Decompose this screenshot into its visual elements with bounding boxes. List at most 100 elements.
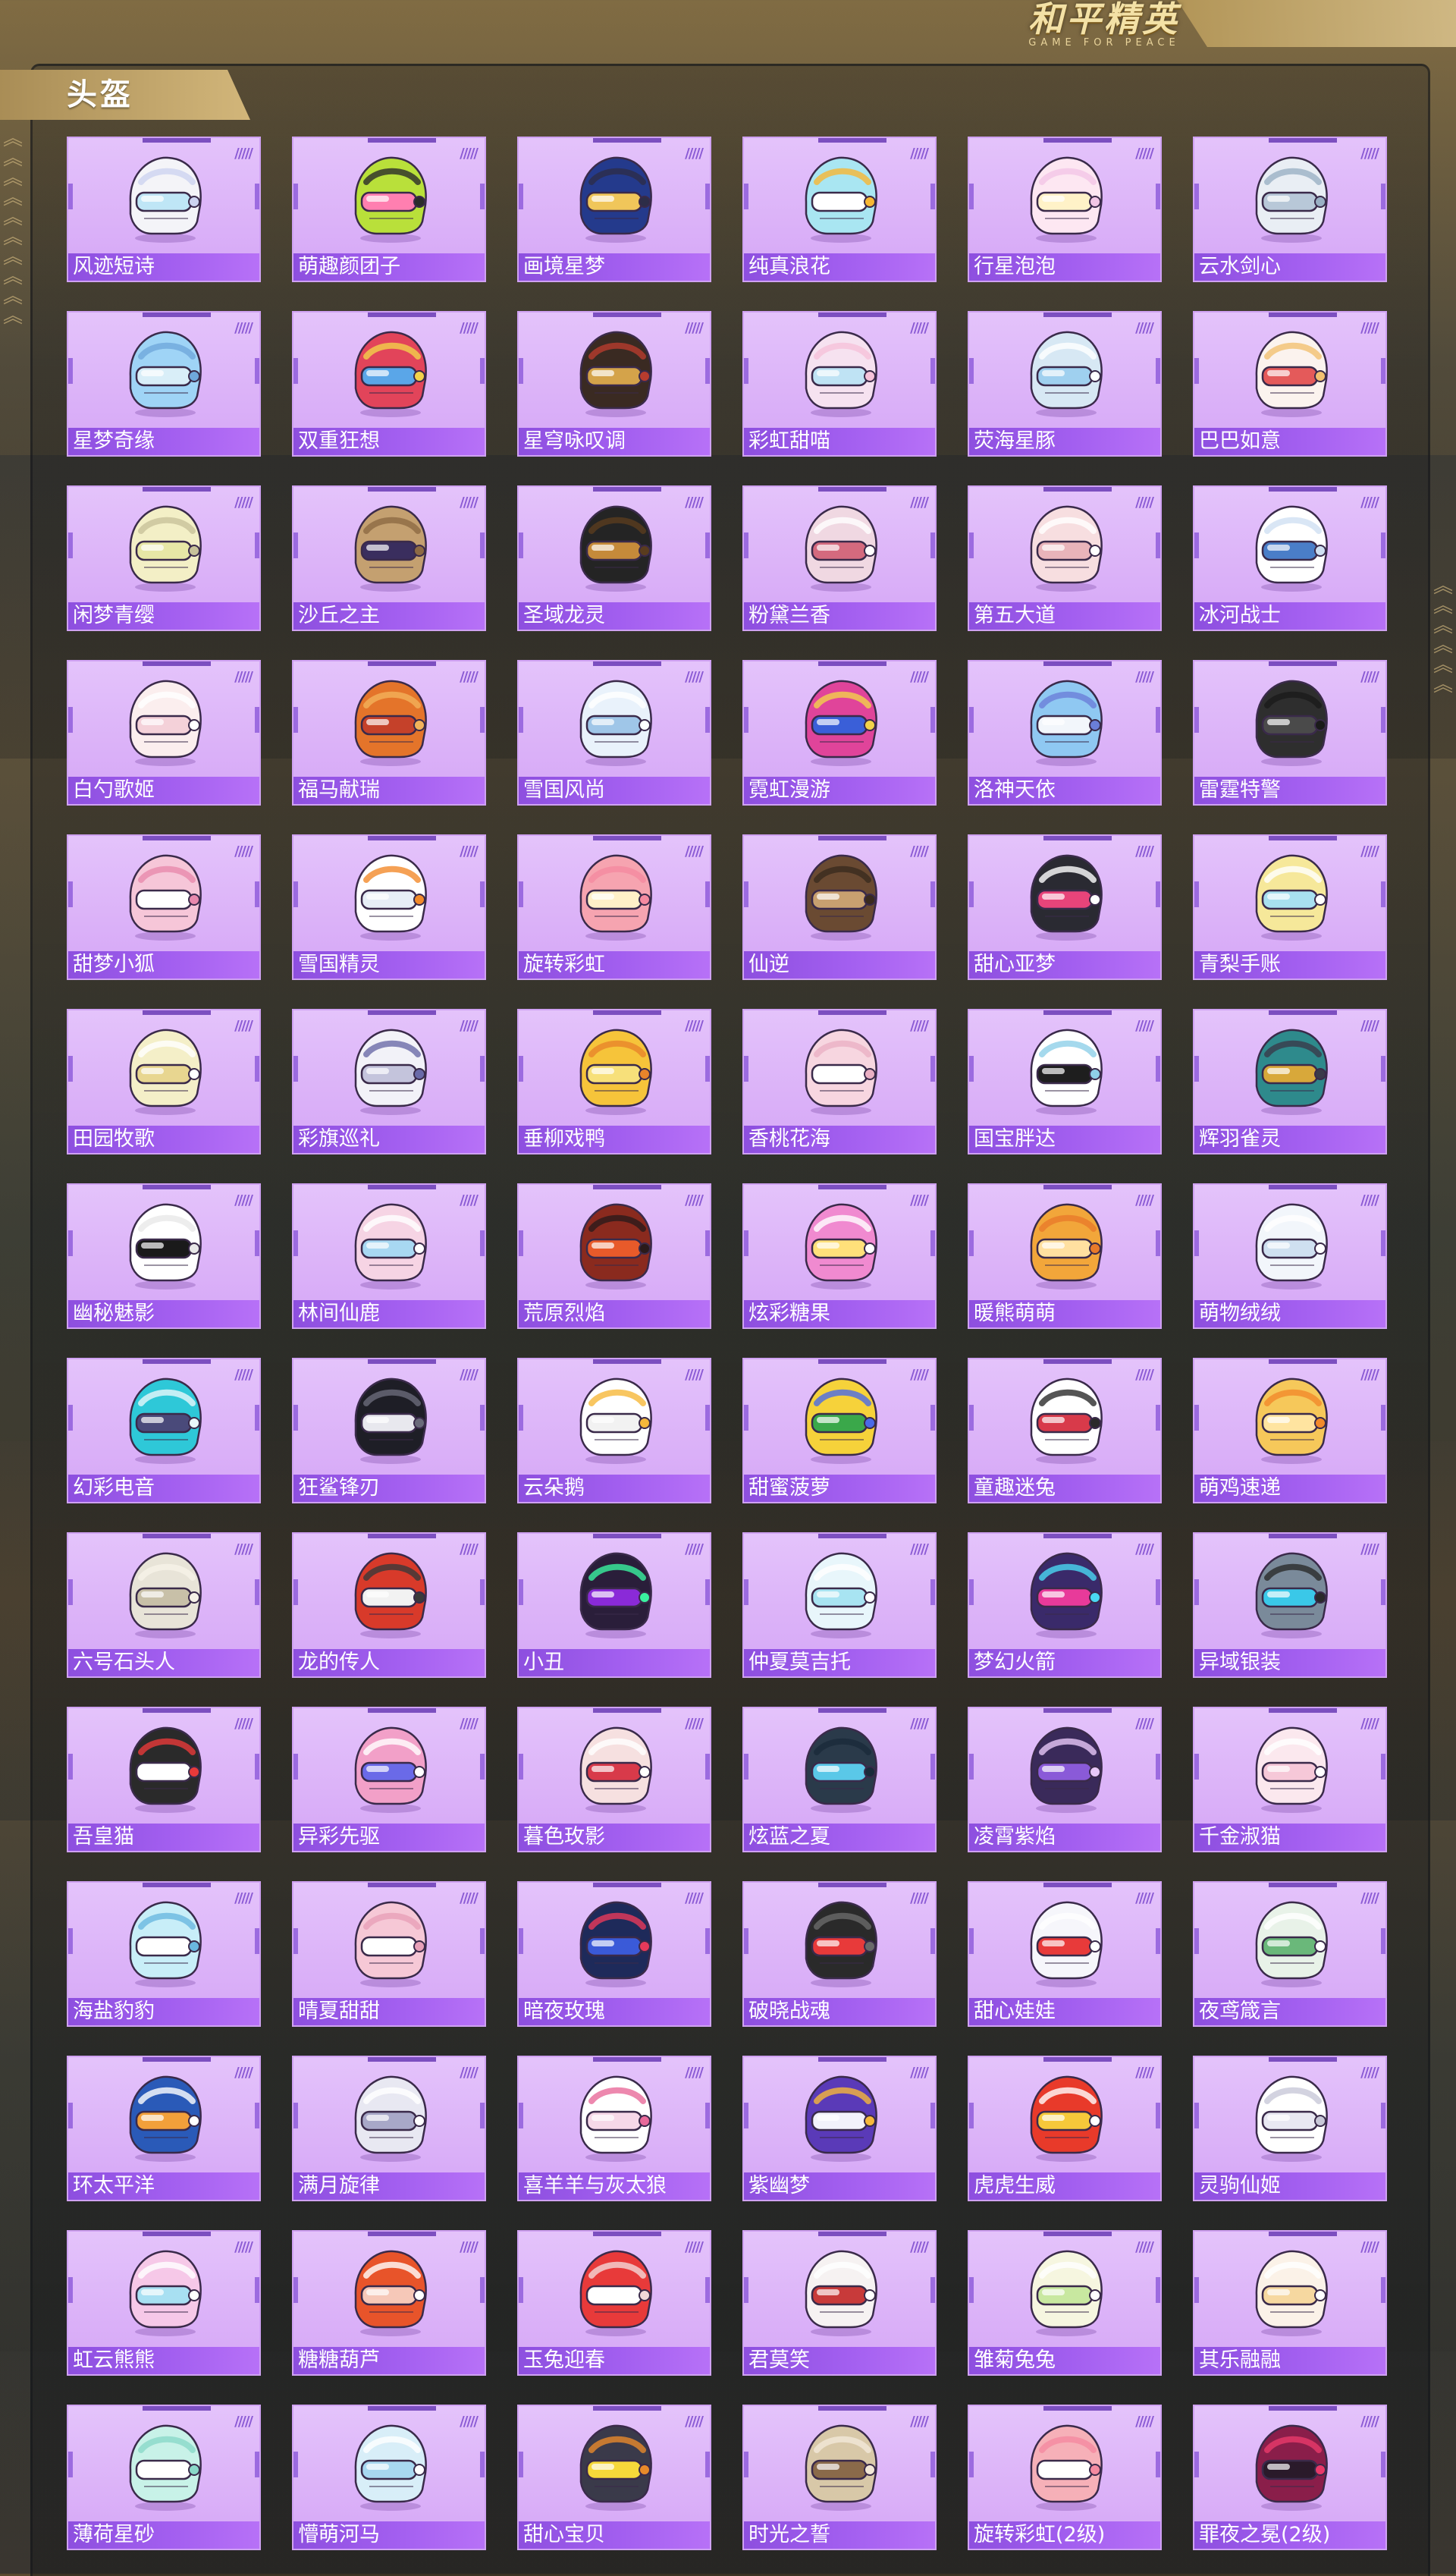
card-top-accent — [1269, 1010, 1337, 1015]
helmet-card[interactable]: ///// 星梦奇缘 — [67, 311, 261, 457]
helmet-card[interactable]: ///// 圣域龙灵 — [517, 485, 711, 631]
helmet-card[interactable]: ///// 画境星梦 — [517, 137, 711, 282]
helmet-card[interactable]: ///// 萌鸡速递 — [1193, 1358, 1387, 1503]
helmet-card[interactable]: ///// 彩旗巡礼 — [292, 1009, 486, 1154]
helmet-card[interactable]: ///// 霓虹漫游 — [742, 660, 937, 806]
helmet-card[interactable]: ///// 暖熊萌萌 — [968, 1183, 1162, 1329]
helmet-name: 云朵鹅 — [519, 1475, 710, 1502]
helmet-card[interactable]: ///// 洛神天依 — [968, 660, 1162, 806]
helmet-card[interactable]: ///// 懵萌河马 — [292, 2405, 486, 2550]
helmet-card[interactable]: ///// 凌霄紫焰 — [968, 1707, 1162, 1852]
helmet-icon — [129, 1901, 202, 1987]
helmet-card[interactable]: ///// 辉羽雀灵 — [1193, 1009, 1387, 1154]
helmet-card[interactable]: ///// 喜羊羊与灰太狼 — [517, 2056, 711, 2201]
helmet-card[interactable]: ///// 异域银装 — [1193, 1532, 1387, 1678]
helmet-card[interactable]: ///// 海盐豹豹 — [67, 1881, 261, 2027]
helmet-card[interactable]: ///// 夜鸢箴言 — [1193, 1881, 1387, 2027]
helmet-card[interactable]: ///// 虹云熊熊 — [67, 2230, 261, 2376]
helmet-name: 幻彩电音 — [68, 1475, 259, 1502]
helmet-card[interactable]: ///// 国宝胖达 — [968, 1009, 1162, 1154]
helmet-card[interactable]: ///// 甜心亚梦 — [968, 834, 1162, 980]
card-side-accent — [744, 358, 748, 384]
helmet-card[interactable]: ///// 玉兔迎春 — [517, 2230, 711, 2376]
helmet-card[interactable]: ///// 雪国精灵 — [292, 834, 486, 980]
helmet-icon — [354, 2075, 427, 2162]
helmet-card[interactable]: ///// 灵驹仙姬 — [1193, 2056, 1387, 2201]
card-top-accent — [818, 661, 886, 666]
helmet-card[interactable]: ///// 薄荷星砂 — [67, 2405, 261, 2550]
helmet-card[interactable]: ///// 纯真浪花 — [742, 137, 937, 282]
helmet-card[interactable]: ///// 破晓战魂 — [742, 1881, 937, 2027]
helmet-card[interactable]: ///// 甜蜜菠萝 — [742, 1358, 937, 1503]
helmet-card[interactable]: ///// 甜心宝贝 — [517, 2405, 711, 2550]
helmet-card[interactable]: ///// 第五大道 — [968, 485, 1162, 631]
helmet-card[interactable]: ///// 异彩先驱 — [292, 1707, 486, 1852]
helmet-card[interactable]: ///// 巴巴如意 — [1193, 311, 1387, 457]
helmet-card[interactable]: ///// 冰河战士 — [1193, 485, 1387, 631]
helmet-card[interactable]: ///// 其乐融融 — [1193, 2230, 1387, 2376]
helmet-card[interactable]: ///// 环太平洋 — [67, 2056, 261, 2201]
helmet-card[interactable]: ///// 时光之誓 — [742, 2405, 937, 2550]
helmet-card[interactable]: ///// 田园牧歌 — [67, 1009, 261, 1154]
helmet-card[interactable]: ///// 虎虎生威 — [968, 2056, 1162, 2201]
helmet-card[interactable]: ///// 暗夜玫瑰 — [517, 1881, 711, 2027]
helmet-card[interactable]: ///// 行星泡泡 — [968, 137, 1162, 282]
helmet-card[interactable]: ///// 暮色玫影 — [517, 1707, 711, 1852]
helmet-card[interactable]: ///// 旋转彩虹(2级) — [968, 2405, 1162, 2550]
helmet-card[interactable]: ///// 晴夏甜甜 — [292, 1881, 486, 2027]
helmet-card[interactable]: ///// 雷霆特警 — [1193, 660, 1387, 806]
helmet-card[interactable]: ///// 甜梦小狐 — [67, 834, 261, 980]
helmet-card[interactable]: ///// 六号石头人 — [67, 1532, 261, 1678]
helmet-card[interactable]: ///// 君莫笑 — [742, 2230, 937, 2376]
helmet-card[interactable]: ///// 福马献瑞 — [292, 660, 486, 806]
helmet-card[interactable]: ///// 满月旋律 — [292, 2056, 486, 2201]
helmet-card[interactable]: ///// 云水剑心 — [1193, 137, 1387, 282]
helmet-card[interactable]: ///// 炫彩糖果 — [742, 1183, 937, 1329]
helmet-card[interactable]: ///// 梦幻火箭 — [968, 1532, 1162, 1678]
helmet-card[interactable]: ///// 狂鲨锋刃 — [292, 1358, 486, 1503]
helmet-card[interactable]: ///// 白勺歌姬 — [67, 660, 261, 806]
stripes-icon: ///// — [460, 1716, 479, 1732]
helmet-card[interactable]: ///// 紫幽梦 — [742, 2056, 937, 2201]
helmet-card[interactable]: ///// 仲夏莫吉托 — [742, 1532, 937, 1678]
helmet-card[interactable]: ///// 吾皇猫 — [67, 1707, 261, 1852]
helmet-name: 炫蓝之夏 — [744, 1824, 935, 1851]
helmet-card[interactable]: ///// 双重狂想 — [292, 311, 486, 457]
helmet-card[interactable]: ///// 云朵鹅 — [517, 1358, 711, 1503]
helmet-card[interactable]: ///// 粉黛兰香 — [742, 485, 937, 631]
card-side-accent — [705, 1754, 710, 1780]
helmet-card[interactable]: ///// 龙的传人 — [292, 1532, 486, 1678]
helmet-card[interactable]: ///// 沙丘之主 — [292, 485, 486, 631]
card-side-accent — [1156, 1405, 1160, 1431]
helmet-card[interactable]: ///// 星穹咏叹调 — [517, 311, 711, 457]
helmet-name: 玉兔迎春 — [519, 2347, 710, 2374]
helmet-card[interactable]: ///// 香桃花海 — [742, 1009, 937, 1154]
helmet-card[interactable]: ///// 罪夜之冕(2级) — [1193, 2405, 1387, 2550]
helmet-grid: /////风迹短诗/////萌趣颜团子/////画境星梦/////纯真浪花///… — [67, 137, 1389, 2550]
helmet-card[interactable]: ///// 雏菊兔兔 — [968, 2230, 1162, 2376]
helmet-card[interactable]: ///// 旋转彩虹 — [517, 834, 711, 980]
helmet-card[interactable]: ///// 荧海星豚 — [968, 311, 1162, 457]
helmet-card[interactable]: ///// 幻彩电音 — [67, 1358, 261, 1503]
helmet-card[interactable]: ///// 彩虹甜喵 — [742, 311, 937, 457]
helmet-card[interactable]: ///// 闲梦青缨 — [67, 485, 261, 631]
helmet-card[interactable]: ///// 甜心娃娃 — [968, 1881, 1162, 2027]
helmet-card[interactable]: ///// 风迹短诗 — [67, 137, 261, 282]
helmet-card[interactable]: ///// 小丑 — [517, 1532, 711, 1678]
helmet-card[interactable]: ///// 童趣迷兔 — [968, 1358, 1162, 1503]
helmet-card[interactable]: ///// 林间仙鹿 — [292, 1183, 486, 1329]
stripes-icon: ///// — [1135, 1890, 1154, 1906]
helmet-card[interactable]: ///// 幽秘魅影 — [67, 1183, 261, 1329]
helmet-card[interactable]: ///// 千金淑猫 — [1193, 1707, 1387, 1852]
helmet-card[interactable]: ///// 荒原烈焰 — [517, 1183, 711, 1329]
helmet-card[interactable]: ///// 仙逆 — [742, 834, 937, 980]
helmet-card[interactable]: ///// 垂柳戏鸭 — [517, 1009, 711, 1154]
helmet-card[interactable]: ///// 青梨手账 — [1193, 834, 1387, 980]
card-side-accent — [293, 184, 298, 209]
helmet-card[interactable]: ///// 萌趣颜团子 — [292, 137, 486, 282]
helmet-card[interactable]: ///// 糖糖葫芦 — [292, 2230, 486, 2376]
helmet-card[interactable]: ///// 炫蓝之夏 — [742, 1707, 937, 1852]
helmet-card[interactable]: ///// 雪国风尚 — [517, 660, 711, 806]
helmet-card[interactable]: ///// 萌物绒绒 — [1193, 1183, 1387, 1329]
card-side-accent — [519, 1230, 523, 1256]
